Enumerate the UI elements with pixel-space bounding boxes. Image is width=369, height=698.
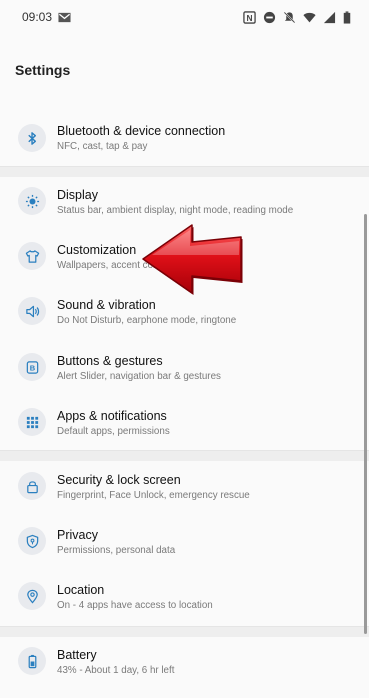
signal-icon bbox=[323, 11, 336, 23]
settings-item-apps[interactable]: Apps & notifications Default apps, permi… bbox=[0, 397, 369, 452]
status-bar: 09:03 N bbox=[0, 0, 369, 34]
item-title: Privacy bbox=[57, 528, 98, 542]
settings-item-bluetooth[interactable]: Bluetooth & device connection NFC, cast,… bbox=[0, 112, 369, 167]
scrollbar[interactable] bbox=[364, 214, 367, 634]
tshirt-icon bbox=[25, 249, 39, 263]
item-title: Security & lock screen bbox=[57, 473, 181, 487]
speaker-icon bbox=[25, 305, 39, 317]
nfc-icon: N bbox=[243, 10, 256, 24]
status-time: 09:03 bbox=[22, 10, 53, 24]
item-subtitle: NFC, cast, tap & pay bbox=[57, 141, 148, 152]
item-title: Battery bbox=[57, 648, 97, 662]
item-title: Sound & vibration bbox=[57, 298, 156, 312]
item-title: Customization bbox=[57, 243, 137, 257]
dnd-icon bbox=[263, 11, 276, 23]
item-title: Apps & notifications bbox=[57, 409, 167, 423]
gmail-icon bbox=[58, 12, 71, 22]
svg-text:B: B bbox=[29, 363, 35, 372]
item-title: Location bbox=[57, 583, 105, 597]
item-title: Display bbox=[57, 188, 98, 202]
settings-item-buttons[interactable]: B Buttons & gestures Alert Slider, navig… bbox=[0, 342, 369, 397]
buttons-icon: B bbox=[26, 360, 38, 374]
bell-muted-icon bbox=[283, 11, 296, 23]
wifi-icon bbox=[303, 12, 316, 22]
item-subtitle: Status bar, ambient display, night mode,… bbox=[57, 205, 294, 216]
item-subtitle: On - 4 apps have access to location bbox=[57, 600, 213, 611]
privacy-shield-icon bbox=[26, 534, 38, 548]
item-subtitle: Do Not Disturb, earphone mode, ringtone bbox=[57, 315, 237, 326]
lock-icon bbox=[26, 480, 38, 493]
item-title: Bluetooth & device connection bbox=[57, 124, 226, 138]
item-title: Buttons & gestures bbox=[57, 354, 163, 368]
settings-item-security[interactable]: Security & lock screen Fingerprint, Face… bbox=[0, 460, 369, 515]
settings-item-privacy[interactable]: Privacy Permissions, personal data bbox=[0, 515, 369, 570]
item-subtitle: Fingerprint, Face Unlock, emergency resc… bbox=[57, 490, 250, 501]
settings-item-battery[interactable]: Battery 43% - About 1 day, 6 hr left bbox=[0, 636, 369, 691]
location-pin-icon bbox=[26, 589, 38, 604]
item-subtitle: Permissions, personal data bbox=[57, 545, 176, 556]
apps-grid-icon bbox=[26, 416, 38, 428]
section-divider bbox=[0, 166, 369, 177]
svg-text:N: N bbox=[246, 12, 252, 22]
brightness-icon bbox=[25, 194, 39, 208]
item-subtitle: Default apps, permissions bbox=[57, 426, 170, 437]
item-subtitle: 43% - About 1 day, 6 hr left bbox=[57, 665, 175, 676]
settings-item-location[interactable]: Location On - 4 apps have access to loca… bbox=[0, 570, 369, 625]
battery-settings-icon bbox=[28, 654, 36, 668]
item-subtitle: Alert Slider, navigation bar & gestures bbox=[57, 371, 221, 382]
page-title: Settings bbox=[15, 62, 71, 78]
battery-icon bbox=[343, 10, 351, 24]
red-arrow-annotation-icon bbox=[142, 224, 243, 295]
bluetooth-icon bbox=[27, 131, 36, 145]
